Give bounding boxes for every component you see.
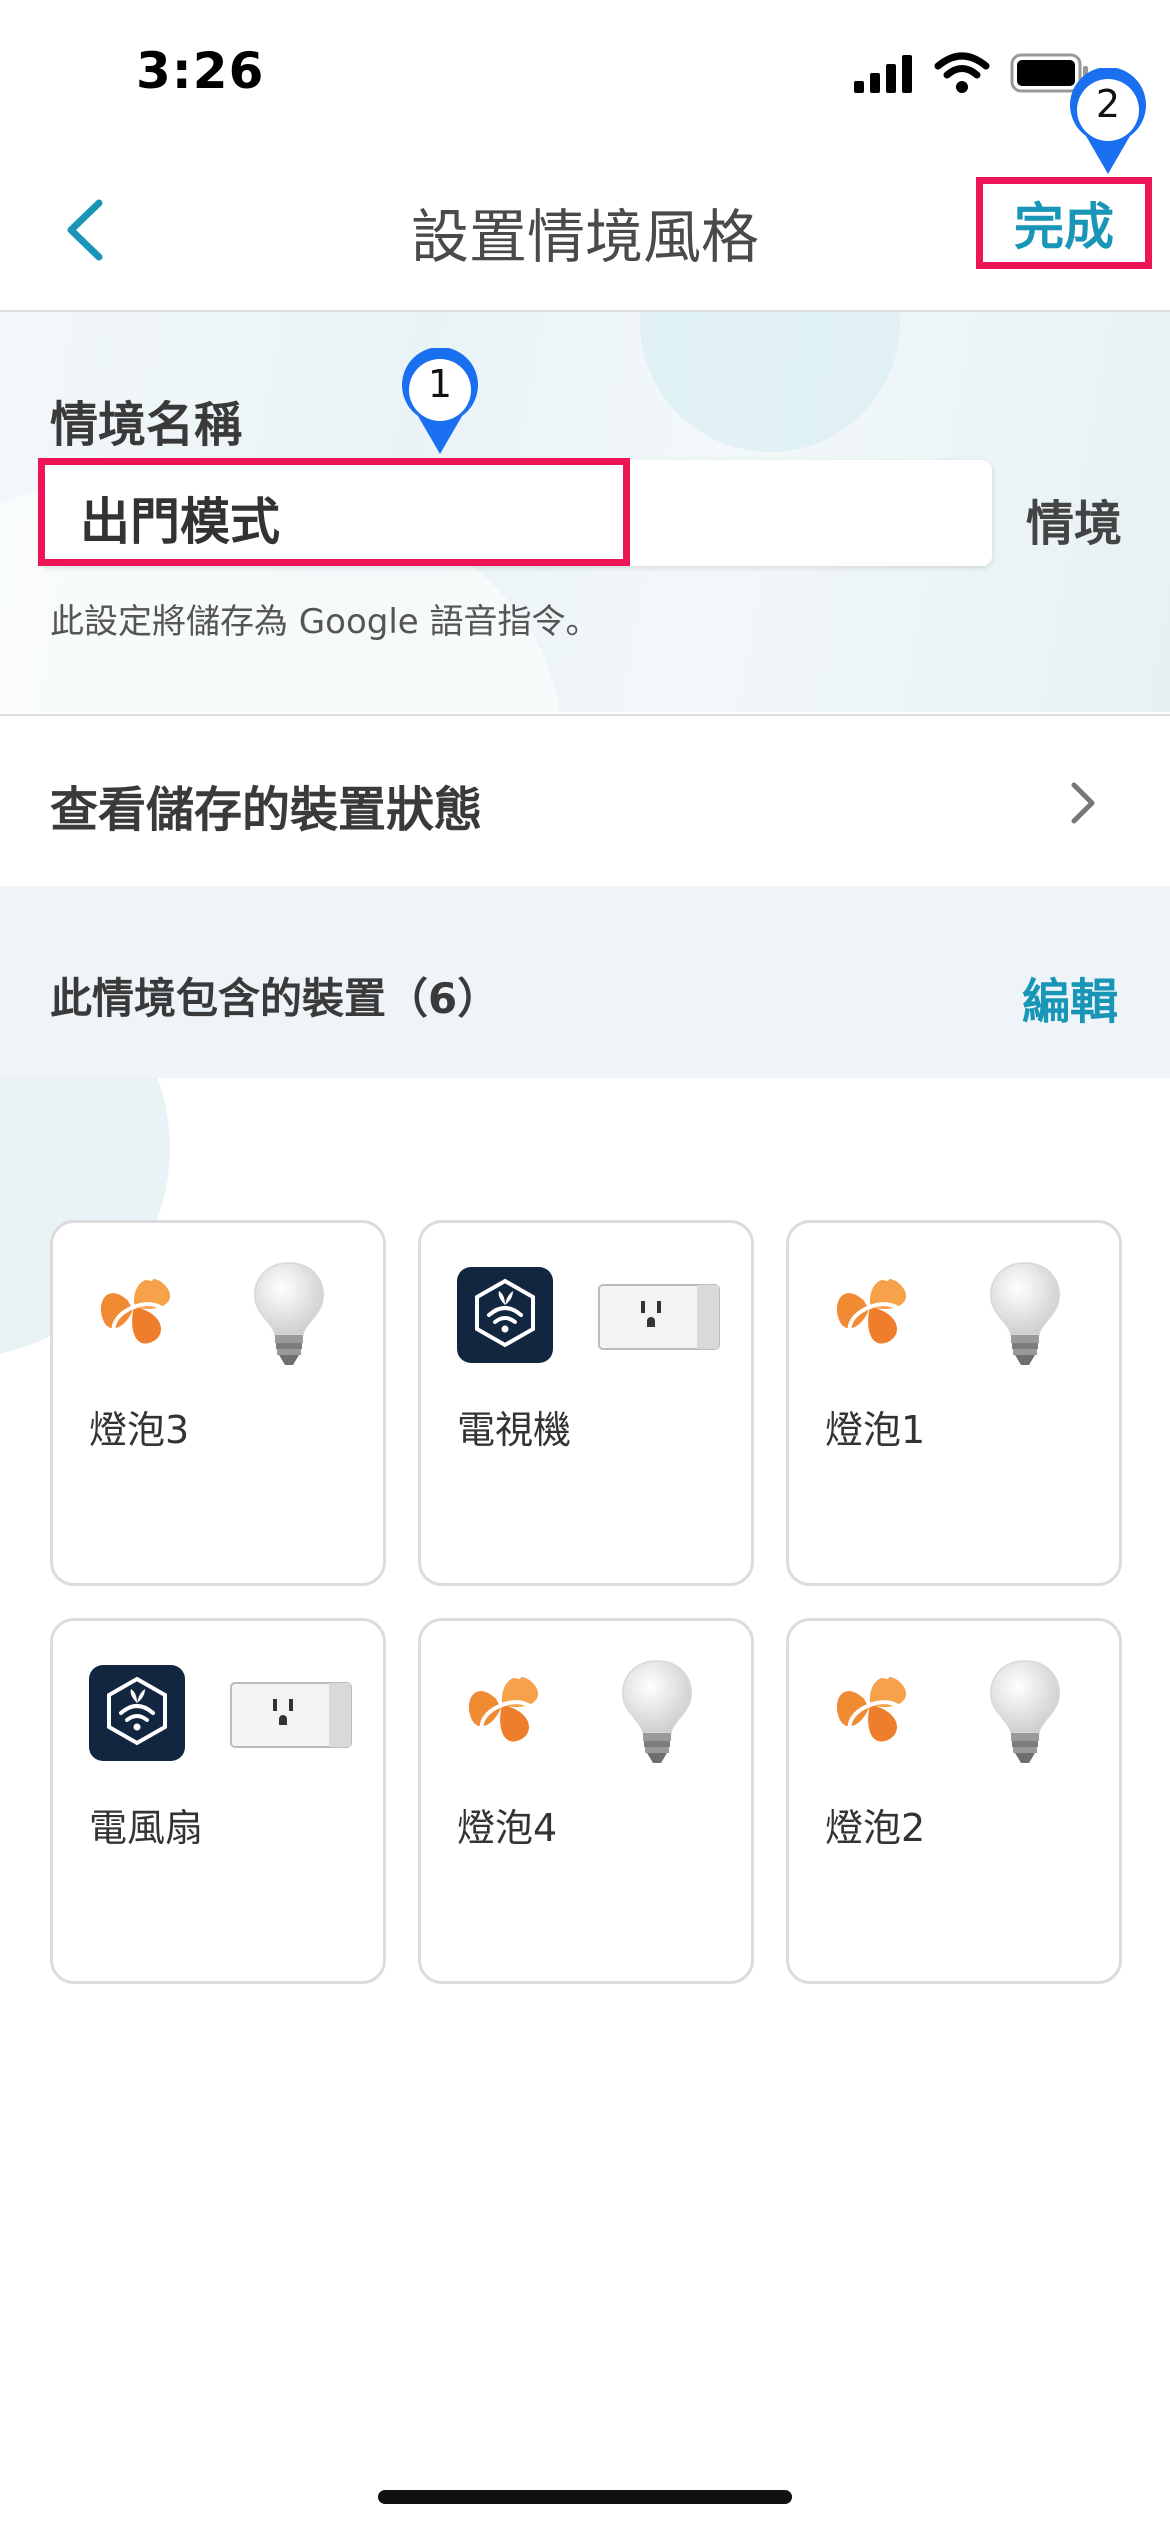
scene-name-hint: 此設定將儲存為 Google 語音指令。	[50, 602, 600, 642]
device-name: 電風扇	[89, 1806, 204, 1850]
wifi-hex-brand-icon	[89, 1665, 185, 1765]
flower-brand-icon	[457, 1665, 547, 1749]
smart-plug-icon	[229, 1681, 353, 1753]
view-saved-state-label: 查看儲存的裝置狀態	[50, 782, 483, 838]
device-card[interactable]: 電視機	[418, 1220, 754, 1586]
flower-brand-icon	[825, 1267, 915, 1351]
bg-decoration-2	[640, 312, 900, 452]
wifi-icon	[934, 52, 990, 93]
annotation-marker-2: 2	[1066, 67, 1150, 182]
light-bulb-icon	[985, 1259, 1065, 1373]
status-time: 3:26	[136, 42, 265, 100]
status-icons	[854, 52, 1090, 94]
device-name: 燈泡2	[825, 1806, 926, 1850]
device-name: 電視機	[457, 1408, 572, 1452]
flower-brand-icon	[825, 1665, 915, 1749]
device-name: 燈泡4	[457, 1806, 558, 1850]
light-bulb-icon	[985, 1657, 1065, 1771]
scene-name-label: 情境名稱	[50, 397, 243, 453]
signal-icon	[854, 55, 912, 93]
home-indicator	[378, 2490, 792, 2504]
devices-section-label: 此情境包含的裝置（6）	[50, 974, 500, 1023]
annotation-number-1: 1	[427, 362, 453, 406]
light-bulb-icon	[617, 1657, 697, 1771]
device-name: 燈泡1	[825, 1408, 926, 1452]
input-highlight-box	[38, 458, 630, 566]
flower-brand-icon	[89, 1267, 179, 1351]
device-card[interactable]: 燈泡1	[786, 1220, 1122, 1586]
edit-devices-button[interactable]: 編輯	[1022, 962, 1118, 1032]
light-bulb-icon	[249, 1259, 329, 1373]
device-card[interactable]: 燈泡2	[786, 1618, 1122, 1984]
device-name: 燈泡3	[89, 1408, 190, 1452]
scene-name-suffix: 情境	[1026, 496, 1123, 552]
done-button[interactable]: 完成	[976, 177, 1152, 269]
device-card[interactable]: 電風扇	[50, 1618, 386, 1984]
done-label: 完成	[1014, 198, 1114, 256]
wifi-hex-brand-icon	[457, 1267, 553, 1367]
smart-plug-icon	[597, 1283, 721, 1355]
annotation-marker-1: 1	[398, 347, 482, 462]
chevron-right-icon	[1068, 780, 1098, 830]
annotation-number-2: 2	[1095, 82, 1121, 126]
device-card[interactable]: 燈泡4	[418, 1618, 754, 1984]
device-card[interactable]: 燈泡3	[50, 1220, 386, 1586]
